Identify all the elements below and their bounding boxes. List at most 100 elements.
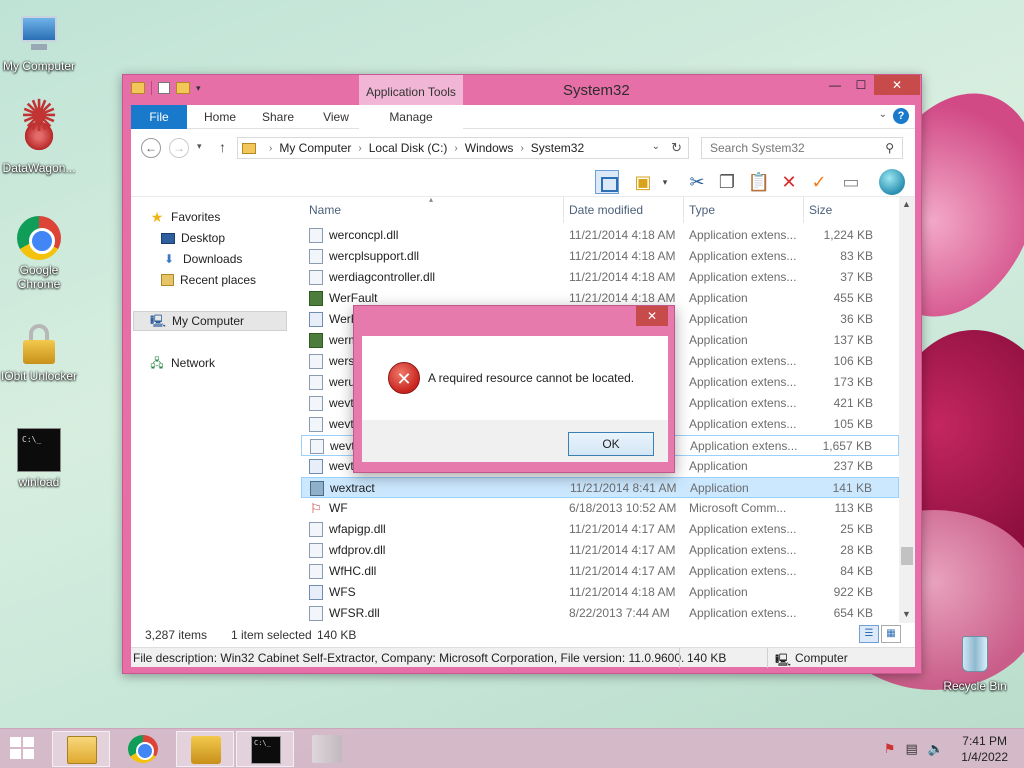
nav-network[interactable]: 🖧 Network xyxy=(149,353,215,373)
refresh-icon[interactable]: ↻ xyxy=(671,140,682,156)
preview-pane-icon[interactable] xyxy=(595,170,619,194)
cut-icon[interactable]: ✂ xyxy=(685,170,709,194)
chevron-right-icon[interactable]: › xyxy=(358,143,361,154)
window-controls: — ☐ ✕ xyxy=(822,75,920,95)
file-row[interactable]: ⚐ WF 6/18/2013 10:52 AM Microsoft Comm... 11… xyxy=(301,498,899,519)
file-row[interactable]: werconcpl.dll 11/21/2014 4:18 AM Applicati… xyxy=(301,225,899,246)
column-header-type[interactable]: Type xyxy=(689,203,715,217)
scroll-up-icon[interactable]: ▲ xyxy=(902,199,911,209)
nav-desktop[interactable]: Desktop xyxy=(161,228,225,248)
rename-icon[interactable]: ▭ xyxy=(839,170,863,194)
taskbar-chrome[interactable] xyxy=(114,731,172,767)
desktop-icon-winload[interactable]: C:\_ winload xyxy=(0,428,78,489)
application-icon xyxy=(309,291,323,306)
nav-recent-places[interactable]: Recent places xyxy=(161,270,256,290)
tab-view[interactable]: View xyxy=(311,105,361,129)
breadcrumb-windows[interactable]: Windows xyxy=(465,141,514,155)
details-view-icon[interactable]: ☰ xyxy=(859,625,879,643)
folder-icon[interactable] xyxy=(131,82,145,94)
nav-favorites[interactable]: ★ Favorites xyxy=(149,207,221,227)
file-row[interactable]: WfHC.dll 11/21/2014 4:17 AM Application ex… xyxy=(301,561,899,582)
column-header-name[interactable]: Name xyxy=(309,203,341,217)
search-input[interactable]: Search System32 ⚲ xyxy=(701,137,903,159)
nav-downloads[interactable]: ⬇ Downloads xyxy=(161,249,242,269)
close-button[interactable]: ✕ xyxy=(874,75,920,95)
file-row[interactable]: WFSR.dll 8/22/2013 7:44 AM Application ext… xyxy=(301,603,899,623)
recent-locations-dropdown-icon[interactable]: ▾ xyxy=(197,141,202,152)
desktop-icon-recycle-bin[interactable]: Recycle Bin xyxy=(936,632,1014,693)
dialog-close-button[interactable]: ✕ xyxy=(636,306,668,326)
help-button[interactable]: ? xyxy=(893,108,909,124)
desktop-icon-iobit-unlocker[interactable]: IObit Unlocker xyxy=(0,322,78,383)
file-row[interactable]: werdiagcontroller.dll 11/21/2014 4:18 AM A… xyxy=(301,267,899,288)
tab-manage[interactable]: Manage xyxy=(359,105,463,129)
title-bar[interactable]: ▾ Application Tools System32 — ☐ ✕ xyxy=(123,75,921,105)
scroll-thumb[interactable] xyxy=(901,547,913,565)
forward-button[interactable]: → xyxy=(169,138,189,158)
desktop-icon-my-computer[interactable]: My Computer xyxy=(0,12,78,73)
breadcrumb-system32[interactable]: System32 xyxy=(531,141,584,155)
nav-label: Desktop xyxy=(181,231,226,245)
start-button[interactable] xyxy=(10,737,36,761)
taskbar-file-explorer[interactable] xyxy=(52,731,110,767)
dll-file-icon xyxy=(309,396,323,411)
desktop-icon-datawagon[interactable]: DataWagon... xyxy=(0,110,78,175)
chevron-right-icon[interactable]: › xyxy=(454,143,457,154)
delete-icon[interactable]: ✕ xyxy=(777,170,801,194)
file-row[interactable]: wfdprov.dll 11/21/2014 4:17 AM Application… xyxy=(301,540,899,561)
ok-button[interactable]: OK xyxy=(568,432,654,456)
network-icon[interactable]: ▤ xyxy=(906,741,918,757)
customize-dropdown-icon[interactable]: ▾ xyxy=(196,83,201,94)
maximize-button[interactable]: ☐ xyxy=(848,75,874,95)
clock-time: 7:41 PM xyxy=(962,734,1007,748)
recycle-bin-icon xyxy=(312,735,342,763)
status-bar: 3,287 items 1 item selected 140 KB ☰ ▦ xyxy=(131,623,915,647)
desktop-icon-google-chrome[interactable]: Google Chrome xyxy=(0,216,78,291)
expand-ribbon-icon[interactable]: ⌄ xyxy=(879,109,887,120)
clock-date: 1/4/2022 xyxy=(961,750,1008,764)
volume-muted-icon[interactable]: 🔈 xyxy=(928,741,944,757)
column-header-date[interactable]: Date modified xyxy=(569,203,643,217)
paste-icon[interactable]: 📋 xyxy=(747,170,771,194)
vertical-scrollbar[interactable]: ▲ ▼ xyxy=(899,197,915,623)
desktop-icon-label: Google Chrome xyxy=(17,263,61,291)
computer-icon: 🖳 xyxy=(775,653,792,667)
action-center-flag-icon[interactable]: ⚑ xyxy=(884,741,896,757)
nav-label: Network xyxy=(171,356,216,370)
new-folder-icon[interactable] xyxy=(176,82,190,94)
tab-home[interactable]: Home xyxy=(195,105,245,129)
folder-options-icon[interactable]: ▣ xyxy=(631,170,655,194)
chevron-down-icon[interactable]: ⌄ xyxy=(652,141,660,152)
taskbar-iobit-unlocker[interactable] xyxy=(176,731,234,767)
address-bar[interactable]: › My Computer › Local Disk (C:) › Window… xyxy=(237,137,689,159)
chrome-icon xyxy=(17,216,61,260)
check-icon[interactable]: ✓ xyxy=(807,170,831,194)
chevron-right-icon[interactable]: › xyxy=(269,143,272,154)
file-row[interactable]: WFS 11/21/2014 4:18 AM Application 922 KB xyxy=(301,582,899,603)
application-icon xyxy=(309,459,323,474)
chevron-right-icon[interactable]: › xyxy=(520,143,523,154)
breadcrumb-local-disk[interactable]: Local Disk (C:) xyxy=(369,141,448,155)
back-button[interactable]: ← xyxy=(141,138,161,158)
file-row[interactable]: wercplsupport.dll 11/21/2014 4:18 AM Appli… xyxy=(301,246,899,267)
clock[interactable]: 7:41 PM 1/4/2022 xyxy=(961,733,1008,765)
file-row-selected[interactable]: wextract 11/21/2014 8:41 AM Application 141… xyxy=(301,477,899,498)
large-icons-view-icon[interactable]: ▦ xyxy=(881,625,901,643)
file-row[interactable]: wfapigp.dll 11/21/2014 4:17 AM Application… xyxy=(301,519,899,540)
chevron-down-icon[interactable]: ▾ xyxy=(659,170,671,194)
nav-my-computer[interactable]: 🖳 My Computer xyxy=(133,311,287,331)
taskbar-recycle-bin[interactable] xyxy=(298,731,356,767)
copy-icon[interactable]: ❐ xyxy=(715,170,739,194)
properties-icon[interactable] xyxy=(158,82,170,94)
scroll-down-icon[interactable]: ▼ xyxy=(902,609,911,619)
tab-share[interactable]: Share xyxy=(253,105,303,129)
search-icon[interactable]: ⚲ xyxy=(885,138,894,158)
tab-file[interactable]: File xyxy=(131,105,187,129)
breadcrumb-my-computer[interactable]: My Computer xyxy=(279,141,351,155)
column-header-size[interactable]: Size xyxy=(809,203,832,217)
application-icon xyxy=(309,312,323,327)
up-button[interactable]: ↑ xyxy=(219,139,226,155)
globe-icon[interactable] xyxy=(879,169,905,195)
minimize-button[interactable]: — xyxy=(822,75,848,95)
taskbar-console[interactable]: C:\_ xyxy=(236,731,294,767)
